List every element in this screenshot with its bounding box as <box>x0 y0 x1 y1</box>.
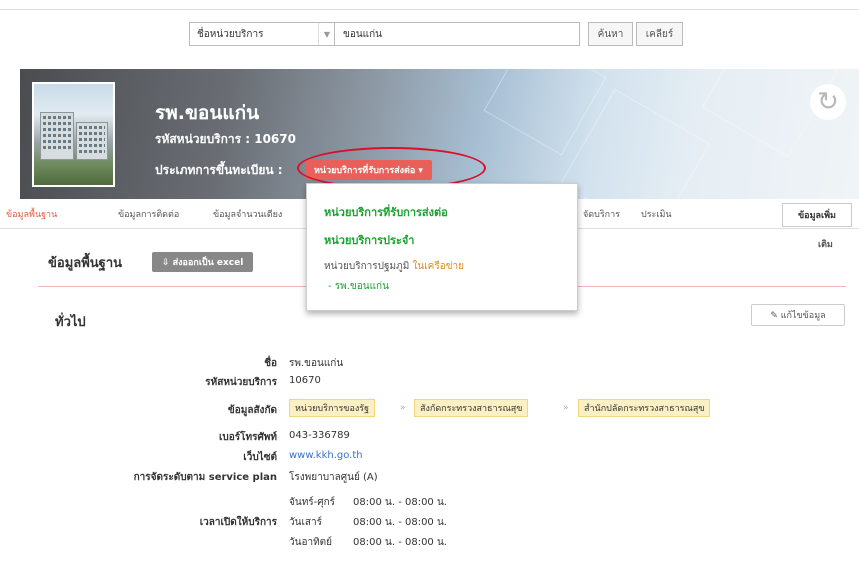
edit-button[interactable]: ✎ แก้ไขข้อมูล <box>751 304 845 326</box>
menu-item-primary-unit[interactable]: หน่วยบริการปฐมภูมิ ในเครือข่าย <box>324 259 464 274</box>
general-heading: ทั่วไป <box>55 315 86 330</box>
unit-code: รหัสหน่วยบริการ : 10670 <box>155 132 296 146</box>
export-excel-button[interactable]: ⇩ ส่งออกเป็น excel <box>152 252 254 272</box>
hospital-name: รพ.ขอนแก่น <box>155 102 260 124</box>
hours-day: วันเสาร์ <box>289 517 322 528</box>
chevron-right-icon: » <box>563 403 569 413</box>
affiliation-tag[interactable]: สังกัดกระทรวงสาธารณสุข <box>414 399 529 417</box>
hours-label: เวลาเปิดให้บริการ <box>199 517 277 528</box>
building-shape <box>76 122 108 160</box>
clear-button[interactable]: เคลียร์ <box>636 22 683 46</box>
primary-unit-text: หน่วยบริการปฐมภูมิ <box>324 261 410 272</box>
hours-day: จันทร์-ศุกร์ <box>289 497 336 508</box>
registration-label: ประเภทการขึ้นทะเบียน : <box>155 163 283 177</box>
top-divider <box>0 9 859 10</box>
hospital-photo <box>32 82 115 187</box>
chevron-right-icon: » <box>400 403 406 413</box>
hours-time: 08:00 น. - 08:00 น. <box>353 497 447 508</box>
name-label: ชื่อ <box>264 358 277 369</box>
tab-contact[interactable]: ข้อมูลการติดต่อ <box>118 199 179 229</box>
tab-services[interactable]: จัดบริการ <box>583 199 620 229</box>
code-label: รหัสหน่วยบริการ <box>205 377 277 388</box>
name-value: รพ.ขอนแก่น <box>289 358 344 369</box>
tab-beds[interactable]: ข้อมูลจำนวนเตียง <box>213 199 282 229</box>
network-text: ในเครือข่าย <box>412 261 465 272</box>
code-value: 10670 <box>289 375 321 386</box>
website-label: เว็บไซต์ <box>243 452 277 463</box>
building-shape <box>40 112 74 160</box>
tab-more-info-wrap: เติม <box>818 240 833 250</box>
menu-item-regular-unit[interactable]: หน่วยบริการประจำ <box>324 231 414 249</box>
phone-value: 043-336789 <box>289 430 350 441</box>
refresh-icon[interactable]: ↻ <box>810 84 846 120</box>
chevron-down-icon: ▼ <box>318 23 335 45</box>
search-button[interactable]: ค้นหา <box>588 22 633 46</box>
search-query-text: ขอนแก่น <box>343 28 383 40</box>
affiliation-tag[interactable]: หน่วยบริการของรัฐ <box>289 399 376 417</box>
tab-more-info[interactable]: ข้อมูลเพิ่ม <box>782 203 852 227</box>
affiliation-label: ข้อมูลสังกัด <box>227 405 277 416</box>
affiliation-tag[interactable]: สำนักปลัดกระทรวงสาธารณสุข <box>578 399 711 417</box>
hours-time: 08:00 น. - 08:00 น. <box>353 537 447 548</box>
search-bar: ชื่อหน่วยบริการ ▼ ขอนแก่น ค้นหา เคลียร์ <box>189 22 683 46</box>
search-input[interactable]: ขอนแก่น <box>335 22 580 46</box>
hours-time: 08:00 น. - 08:00 น. <box>353 517 447 528</box>
website-link[interactable]: www.kkh.go.th <box>289 450 363 461</box>
tab-evaluation[interactable]: ประเมิน <box>641 199 672 229</box>
search-field-select[interactable]: ชื่อหน่วยบริการ ▼ <box>189 22 335 46</box>
phone-label: เบอร์โทรศัพท์ <box>218 432 277 443</box>
tab-basic-info[interactable]: ข้อมูลพื้นฐาน <box>6 199 57 229</box>
menu-subitem-hospital[interactable]: - รพ.ขอนแก่น <box>328 279 389 294</box>
search-field-value: ชื่อหน่วยบริการ <box>197 28 264 40</box>
section-title: ข้อมูลพื้นฐาน <box>48 256 123 271</box>
service-plan-label: การจัดระดับตาม service plan <box>133 472 277 483</box>
registration-type-menu: หน่วยบริการที่รับการส่งต่อ หน่วยบริการปร… <box>306 183 578 311</box>
menu-item-referral-unit[interactable]: หน่วยบริการที่รับการส่งต่อ <box>324 203 448 221</box>
service-plan-value: โรงพยาบาลศูนย์ (A) <box>289 472 378 483</box>
hours-day: วันอาทิตย์ <box>289 537 333 548</box>
